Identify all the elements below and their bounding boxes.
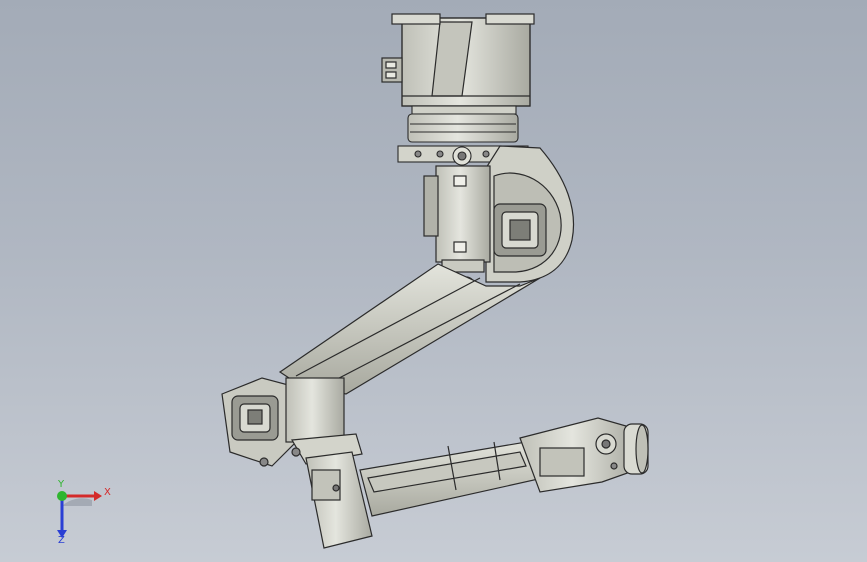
- upper-arm[interactable]: [278, 263, 541, 395]
- graphics-viewport[interactable]: X Y Z: [0, 0, 867, 562]
- wrist-flange[interactable]: [519, 417, 649, 493]
- axis-triad-graphic: [57, 491, 102, 538]
- z-axis-label: Z: [58, 535, 65, 546]
- elbow-joint[interactable]: [221, 377, 363, 467]
- forearm[interactable]: [305, 439, 553, 549]
- y-axis-label: Y: [58, 479, 65, 490]
- base-housing[interactable]: [381, 13, 535, 107]
- robot-arm-model[interactable]: [0, 0, 867, 562]
- x-axis-label: X: [104, 487, 111, 498]
- axis-triad: X Y Z: [44, 478, 124, 548]
